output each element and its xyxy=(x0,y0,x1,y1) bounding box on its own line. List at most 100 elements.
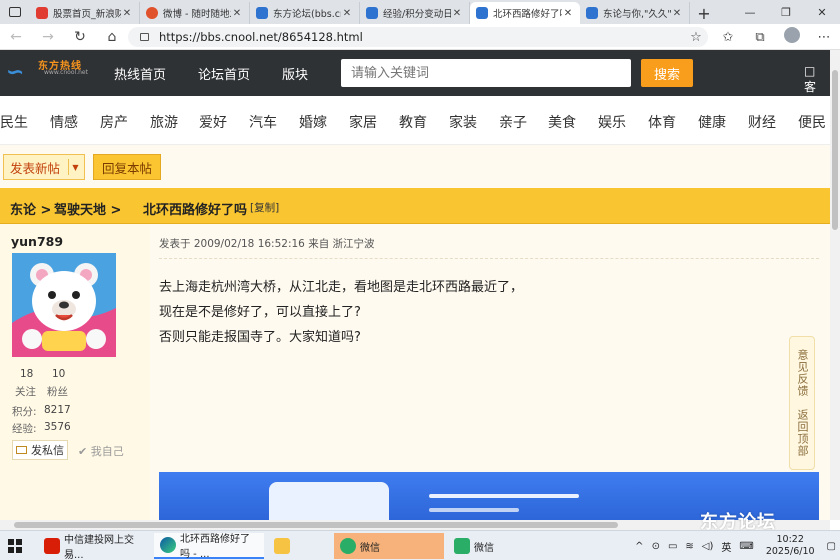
category-item[interactable]: 娱乐 xyxy=(598,112,626,132)
url-field[interactable]: https://bbs.cnool.net/8654128.html xyxy=(128,27,708,47)
banner-decor xyxy=(429,508,519,512)
profile-icon[interactable] xyxy=(776,27,808,47)
feedback-button[interactable]: 意见反馈 xyxy=(794,349,810,397)
close-window-icon[interactable]: ✕ xyxy=(804,0,840,24)
category-item[interactable]: 民生 xyxy=(0,112,28,132)
browser-tab[interactable]: 微博 - 随时随地发现新鲜事 ✕ xyxy=(140,2,250,24)
taskbar-app[interactable]: 微信 xyxy=(334,533,444,559)
author-panel: yun789 18 10 关注 粉丝 积分: 8217 经验: 3576 发私信… xyxy=(0,224,150,520)
taskbar-app-active[interactable]: 北环西路修好了吗 - ... xyxy=(154,533,264,560)
battery-icon[interactable]: ▭ xyxy=(664,541,681,552)
cnool-favicon-icon xyxy=(256,7,268,19)
cnool-favicon-icon xyxy=(476,7,488,19)
close-tab-icon[interactable]: ✕ xyxy=(562,8,574,19)
home-icon[interactable]: ⌂ xyxy=(96,29,128,45)
category-item[interactable]: 家居 xyxy=(349,112,377,132)
category-item[interactable]: 爱好 xyxy=(199,112,227,132)
back-to-top-button[interactable]: 返回顶部 xyxy=(794,409,810,457)
category-item[interactable]: 体育 xyxy=(648,112,676,132)
category-item[interactable]: 旅游 xyxy=(150,112,178,132)
cnool-favicon-icon xyxy=(586,7,598,19)
author-name[interactable]: yun789 xyxy=(11,234,63,249)
nav-forum-home[interactable]: 论坛首页 xyxy=(198,64,250,83)
windows-start-icon[interactable] xyxy=(8,539,22,553)
keyboard-icon[interactable]: ⌨ xyxy=(735,541,757,552)
new-post-button[interactable]: 发表新帖 ▼ xyxy=(3,154,85,180)
login-link[interactable]: □ 客 xyxy=(804,64,830,95)
new-tab-button[interactable]: + xyxy=(690,2,718,24)
fans-count[interactable]: 10 xyxy=(52,368,65,380)
category-item[interactable]: 婚嫁 xyxy=(299,112,327,132)
wifi-icon[interactable]: ≋ xyxy=(681,541,697,552)
self-label: ✔ 我自己 xyxy=(78,445,124,458)
reply-button[interactable]: 回复本帖 xyxy=(93,154,161,180)
close-tab-icon[interactable]: ✕ xyxy=(341,8,353,19)
search-button[interactable]: 搜索 xyxy=(641,59,693,87)
copy-link[interactable]: [复制] xyxy=(250,200,279,215)
browser-tab[interactable]: 股票首页_新浪财经 ✕ xyxy=(30,2,140,24)
search-input[interactable] xyxy=(341,59,631,87)
notification-icon[interactable]: ▢ xyxy=(823,541,840,552)
back-icon[interactable]: ← xyxy=(0,29,32,45)
sina-favicon-icon xyxy=(36,7,48,19)
scroll-thumb[interactable] xyxy=(14,522,618,528)
app-tray-icon[interactable]: ⊙ xyxy=(648,541,664,552)
system-tray: ^ ⊙ ▭ ≋ ◁) 英 ⌨ 10:22 2025/6/10 ▢ xyxy=(631,531,840,560)
category-item[interactable]: 财经 xyxy=(748,112,776,132)
browser-tab-active[interactable]: 北环西路修好了吗 ✕ xyxy=(470,2,580,24)
post-text-line: 现在是不是修好了，可以直接上了? xyxy=(159,305,361,320)
taskbar-app[interactable] xyxy=(268,533,302,559)
tray-up-icon[interactable]: ^ xyxy=(631,541,647,552)
forward-icon[interactable]: → xyxy=(32,29,64,45)
category-item[interactable]: 教育 xyxy=(399,112,427,132)
clock-time: 10:22 xyxy=(776,534,804,545)
taskbar-app[interactable]: 微信 xyxy=(448,533,558,559)
browser-tab[interactable]: 经验/积分变动日志 ✕ xyxy=(360,2,470,24)
vertical-scrollbar[interactable] xyxy=(830,50,840,520)
category-item[interactable]: 美食 xyxy=(548,112,576,132)
category-item[interactable]: 情感 xyxy=(50,112,78,132)
restore-icon[interactable]: ❐ xyxy=(768,0,804,24)
nav-boards[interactable]: 版块 xyxy=(282,64,308,83)
category-item[interactable]: 家装 xyxy=(449,112,477,132)
follow-count[interactable]: 18 xyxy=(20,368,33,380)
send-message-button[interactable]: 发私信 xyxy=(12,440,68,460)
volume-icon[interactable]: ◁) xyxy=(698,541,718,552)
taskbar: 中信建投网上交易... 北环西路修好了吗 - ... 微信 微信 ^ ⊙ ▭ ≋… xyxy=(0,530,840,560)
refresh-icon[interactable]: ↻ xyxy=(64,29,96,45)
close-tab-icon[interactable]: ✕ xyxy=(451,8,463,19)
browser-tab[interactable]: 东方论坛(bbs.cnool.net) ✕ xyxy=(250,2,360,24)
scroll-thumb[interactable] xyxy=(832,70,838,230)
category-item[interactable]: 健康 xyxy=(698,112,726,132)
post-body: 发表于 2009/02/18 16:52:16 来自 浙江宁波 去上海走杭州湾大… xyxy=(150,224,830,520)
weibo-favicon-icon xyxy=(146,7,158,19)
chevron-down-icon[interactable]: ▼ xyxy=(68,159,80,175)
breadcrumb: 东论 > 驾驶天地 > 北环西路修好了吗 [复制] xyxy=(0,188,830,224)
favorite-add-icon[interactable]: ☆ xyxy=(680,30,712,45)
nav-home[interactable]: 热线首页 xyxy=(114,64,166,83)
window-controls: — ❐ ✕ xyxy=(732,0,840,24)
close-tab-icon[interactable]: ✕ xyxy=(671,8,683,19)
more-menu-icon[interactable]: ⋯ xyxy=(808,30,840,45)
floating-sidebar: 意见反馈 返回顶部 xyxy=(789,336,815,470)
close-tab-icon[interactable]: ✕ xyxy=(231,8,243,19)
category-item[interactable]: 亲子 xyxy=(499,112,527,132)
phone-illustration-icon xyxy=(269,482,389,520)
minimize-icon[interactable]: — xyxy=(732,0,768,24)
category-item[interactable]: 便民 xyxy=(798,112,826,132)
collections-icon[interactable]: ⧉ xyxy=(744,30,776,45)
close-tab-icon[interactable]: ✕ xyxy=(121,8,133,19)
tab-actions-icon[interactable] xyxy=(0,0,30,24)
site-logo[interactable]: ∽ 东方热线 www.cnool.net xyxy=(6,54,88,92)
taskbar-app[interactable]: 中信建投网上交易... xyxy=(38,533,154,560)
ime-indicator[interactable]: 英 xyxy=(717,539,735,554)
breadcrumb-root[interactable]: 东论 > xyxy=(10,199,51,218)
breadcrumb-forum[interactable]: 驾驶天地 > xyxy=(54,199,121,218)
category-item[interactable]: 房产 xyxy=(100,112,128,132)
avatar[interactable] xyxy=(12,253,116,357)
clock[interactable]: 10:22 2025/6/10 xyxy=(758,534,823,558)
category-item[interactable]: 汽车 xyxy=(249,112,277,132)
favorites-icon[interactable]: ✩ xyxy=(712,30,744,45)
banner-decor xyxy=(429,494,579,498)
browser-tab[interactable]: 东论与你,"久久" ✕ xyxy=(580,2,690,24)
